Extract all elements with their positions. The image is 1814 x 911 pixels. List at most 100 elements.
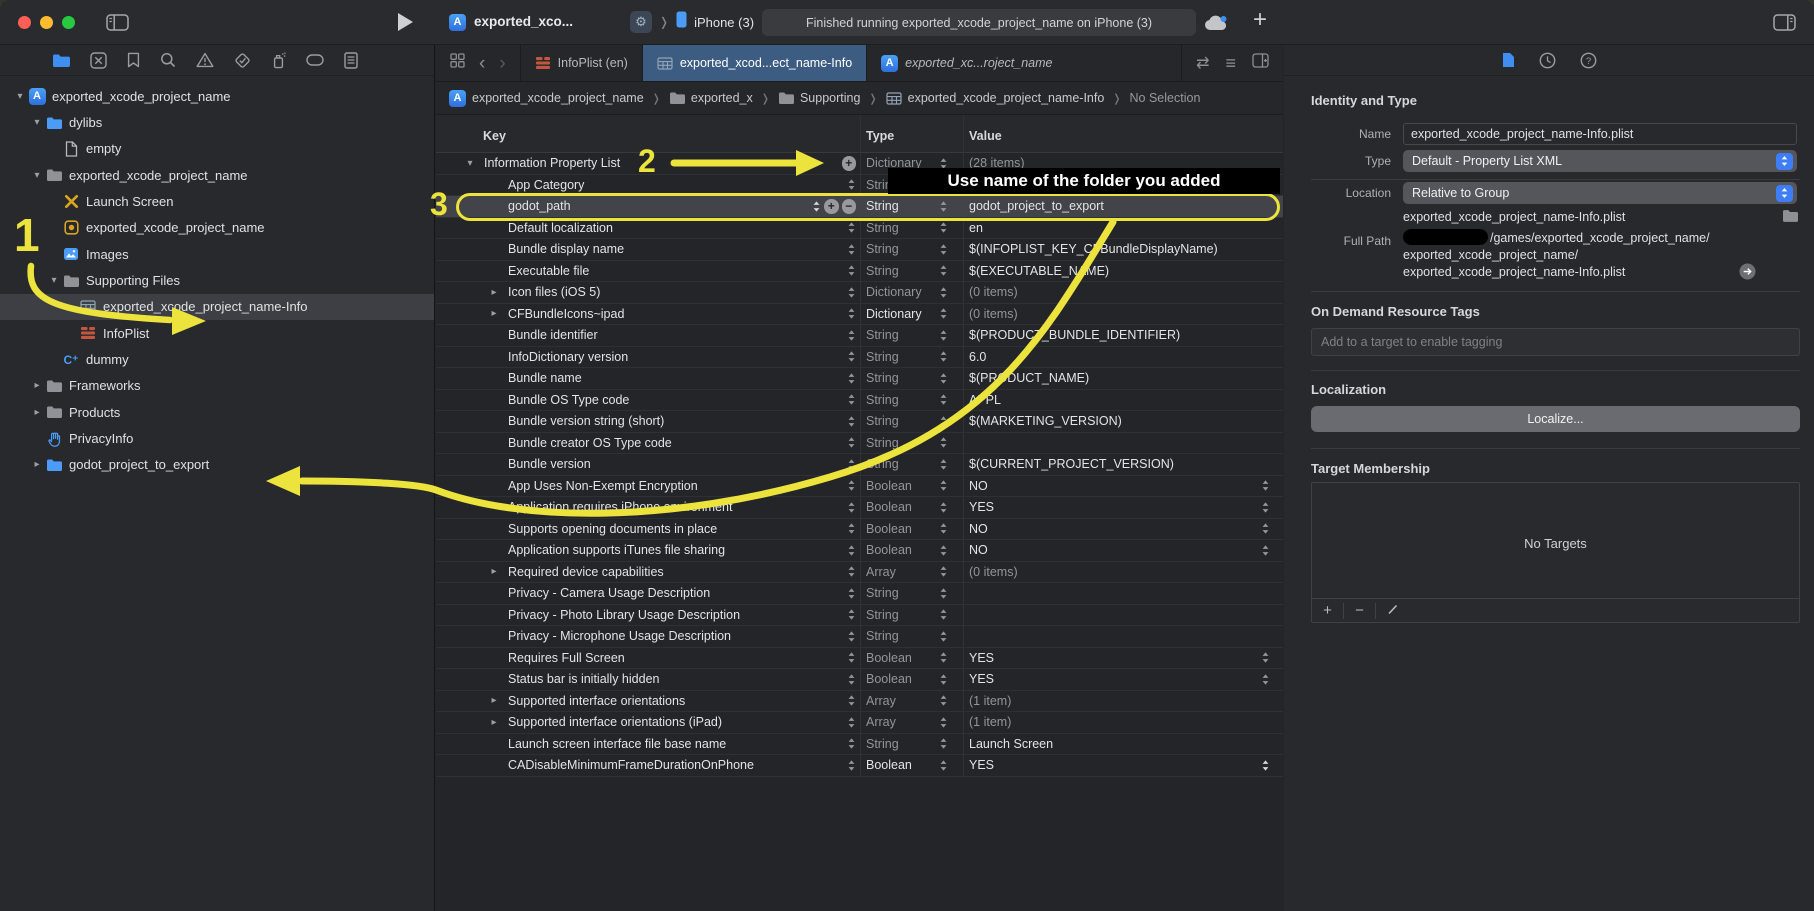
stepper-icon[interactable]	[847, 565, 856, 578]
breadcrumb-item-exported-xcode-project-name-info[interactable]: exported_xcode_project_name-Info	[886, 91, 1105, 105]
stepper-icon[interactable]	[847, 694, 856, 707]
breadcrumb-item-exported-xcode-project-name[interactable]: Aexported_xcode_project_name	[449, 90, 644, 107]
plist-row-supported-interface-orientations[interactable]: ▸Supported interface orientations Array …	[436, 691, 1283, 713]
breadcrumb-item-supporting[interactable]: Supporting	[778, 91, 860, 105]
plist-row-app-uses-non-exempt-encryption[interactable]: App Uses Non-Exempt Encryption Boolean N…	[436, 476, 1283, 498]
type-dropdown[interactable]: Default - Property List XML	[1403, 150, 1797, 172]
stepper-icon[interactable]	[847, 243, 856, 256]
stepper-icon[interactable]	[939, 608, 948, 621]
stepper-icon[interactable]	[939, 587, 948, 600]
new-tab-button[interactable]: +	[1253, 6, 1267, 34]
stepper-icon[interactable]	[939, 694, 948, 707]
project-navigator-icon[interactable]	[52, 53, 70, 68]
add-row-button[interactable]: +	[842, 156, 857, 171]
stepper-icon[interactable]	[939, 286, 948, 299]
plist-row-requires-full-screen[interactable]: Requires Full Screen Boolean YES	[436, 648, 1283, 670]
edit-target-icon[interactable]	[1376, 603, 1408, 619]
close-window-button[interactable]	[18, 16, 31, 29]
chevron-right-icon[interactable]: ▸	[29, 459, 45, 470]
plist-row-status-bar-is-initially-hidden[interactable]: Status bar is initially hidden Boolean Y…	[436, 669, 1283, 691]
stepper-icon[interactable]	[847, 737, 856, 750]
plist-row-bundle-os-type-code[interactable]: Bundle OS Type code String APPL	[436, 390, 1283, 412]
stepper-icon[interactable]	[847, 286, 856, 299]
column-header-type[interactable]: Type	[866, 129, 894, 143]
remove-target-button[interactable]: −	[1344, 603, 1376, 619]
zoom-window-button[interactable]	[62, 16, 75, 29]
chevron-down-icon[interactable]: ▾	[29, 117, 45, 128]
stepper-icon[interactable]	[939, 436, 948, 449]
stepper-icon[interactable]	[847, 651, 856, 664]
plist-row-cfbundleicons-ipad[interactable]: ▸CFBundleIcons~ipad Dictionary (0 items)	[436, 304, 1283, 326]
sidebar-item-exported-xcode-project-name[interactable]: ▾exported_xcode_project_name	[0, 162, 434, 188]
plist-row-default-localization[interactable]: Default localization String en	[436, 218, 1283, 240]
stepper-icon[interactable]	[847, 587, 856, 600]
column-header-key[interactable]: Key	[483, 129, 506, 143]
stepper-icon[interactable]	[939, 479, 948, 492]
plist-row-godot-path[interactable]: godot_path +− String godot_project_to_ex…	[436, 196, 1283, 218]
stepper-icon[interactable]	[939, 372, 948, 385]
chevron-down-icon[interactable]: ▾	[29, 170, 45, 181]
sidebar-item-exported-xcode-project-name[interactable]: ▾Aexported_xcode_project_name	[0, 83, 434, 109]
plist-row-information-property-list[interactable]: ▾Information Property List + Dictionary …	[436, 153, 1283, 175]
plist-row-bundle-version[interactable]: Bundle version String $(CURRENT_PROJECT_…	[436, 454, 1283, 476]
stepper-icon[interactable]	[847, 759, 856, 772]
stepper-icon[interactable]	[939, 651, 948, 664]
stepper-icon[interactable]	[1261, 651, 1270, 664]
stepper-icon[interactable]	[1261, 522, 1270, 535]
plist-row-supported-interface-orientations-ipad[interactable]: ▸Supported interface orientations (iPad)…	[436, 712, 1283, 734]
plist-row-launch-screen-interface-file-base-name[interactable]: Launch screen interface file base name S…	[436, 734, 1283, 756]
stepper-icon[interactable]	[847, 329, 856, 342]
stepper-icon[interactable]	[847, 673, 856, 686]
plist-row-privacy-camera-usage-description[interactable]: Privacy - Camera Usage Description Strin…	[436, 583, 1283, 605]
resource-tags-input[interactable]: Add to a target to enable tagging	[1311, 328, 1800, 356]
plist-row-bundle-version-string-short[interactable]: Bundle version string (short) String $(M…	[436, 411, 1283, 433]
plist-row-bundle-name[interactable]: Bundle name String $(PRODUCT_NAME)	[436, 368, 1283, 390]
chevron-down-icon[interactable]: ▾	[46, 275, 62, 286]
stepper-icon[interactable]	[1261, 673, 1270, 686]
plist-row-supports-opening-documents-in-place[interactable]: Supports opening documents in place Bool…	[436, 519, 1283, 541]
reports-icon[interactable]	[344, 52, 358, 69]
chevron-right-icon[interactable]: ▸	[29, 407, 45, 418]
sidebar-item-godot-project-to-export[interactable]: ▸godot_project_to_export	[0, 452, 434, 478]
hide-navigator-icon[interactable]	[106, 14, 129, 36]
chevron-right-icon[interactable]: ▸	[486, 308, 502, 319]
sidebar-item-dylibs[interactable]: ▾dylibs	[0, 109, 434, 135]
stepper-icon[interactable]	[939, 243, 948, 256]
stepper-icon[interactable]	[847, 178, 856, 191]
add-row-button[interactable]: +	[824, 199, 839, 214]
quick-help-icon[interactable]: ?	[1580, 52, 1597, 69]
stepper-icon[interactable]	[939, 630, 948, 643]
stepper-icon[interactable]	[939, 157, 948, 170]
tab-exported-xc-roject-name[interactable]: Aexported_xc...roject_name	[866, 45, 1066, 81]
breakpoints-icon[interactable]	[306, 54, 324, 66]
breadcrumb-item-exported-x[interactable]: exported_x	[669, 91, 753, 105]
editor-options-icon[interactable]: ≡	[1225, 53, 1236, 74]
stepper-icon[interactable]	[847, 501, 856, 514]
chevron-down-icon[interactable]: ▾	[12, 91, 28, 102]
sidebar-item-exported-xcode-project-name[interactable]: exported_xcode_project_name	[0, 215, 434, 241]
stepper-icon[interactable]	[939, 501, 948, 514]
chevron-right-icon[interactable]: ▸	[486, 717, 502, 728]
sidebar-item-products[interactable]: ▸Products	[0, 399, 434, 425]
sidebar-item-launch-screen[interactable]: Launch Screen	[0, 188, 434, 214]
stepper-icon[interactable]	[939, 307, 948, 320]
localize-button[interactable]: Localize...	[1311, 406, 1800, 432]
stepper-icon[interactable]	[1261, 479, 1270, 492]
stepper-icon[interactable]	[939, 200, 948, 213]
sidebar-item-frameworks[interactable]: ▸Frameworks	[0, 373, 434, 399]
sidebar-item-dummy[interactable]: C⁺dummy	[0, 346, 434, 372]
bookmarks-icon[interactable]	[127, 52, 140, 68]
source-control-icon[interactable]	[90, 52, 107, 69]
stepper-icon[interactable]	[1261, 501, 1270, 514]
chevron-right-icon[interactable]: ▸	[486, 566, 502, 577]
tab-exported-xcod-ect-name-info[interactable]: exported_xcod...ect_name-Info	[642, 45, 866, 81]
stepper-icon[interactable]	[939, 544, 948, 557]
run-button[interactable]	[398, 13, 413, 31]
sidebar-item-supporting-files[interactable]: ▾Supporting Files	[0, 267, 434, 293]
stepper-icon[interactable]	[939, 716, 948, 729]
go-forward-icon[interactable]: ›	[499, 54, 505, 73]
scheme-selector[interactable]: ⚙ ❭ iPhone (3)	[630, 9, 754, 35]
choose-folder-icon[interactable]	[1782, 209, 1799, 226]
sidebar-item-privacyinfo[interactable]: PrivacyInfo	[0, 425, 434, 451]
location-dropdown[interactable]: Relative to Group	[1403, 182, 1797, 204]
